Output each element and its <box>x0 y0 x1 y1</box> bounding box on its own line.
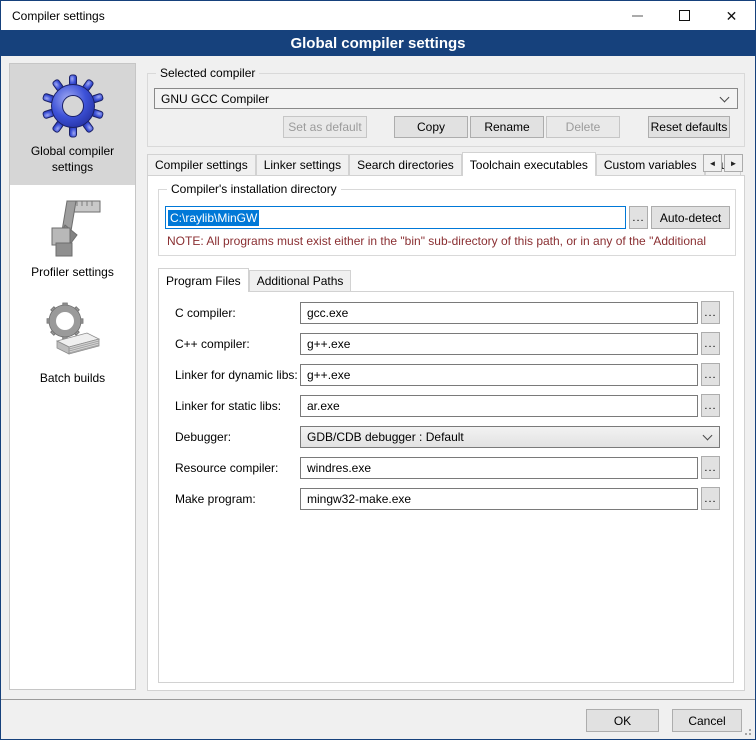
compiler-settings-dialog: Compiler settings ✕ Global compiler sett… <box>0 0 756 740</box>
field-row-c-compiler: C compiler: gcc.exe ... <box>175 301 720 324</box>
close-button[interactable]: ✕ <box>708 1 755 30</box>
resize-grip-icon[interactable] <box>742 726 751 735</box>
make-program-browse-button[interactable]: ... <box>701 487 720 510</box>
window-controls: ✕ <box>614 1 755 30</box>
tab-compiler-settings[interactable]: Compiler settings <box>147 154 256 175</box>
field-value: g++.exe <box>307 337 350 351</box>
tab-linker-settings[interactable]: Linker settings <box>256 154 349 175</box>
caliper-icon <box>41 195 105 259</box>
field-row-make-program: Make program: mingw32-make.exe ... <box>175 487 720 510</box>
group-label: Selected compiler <box>156 66 259 80</box>
resource-compiler-browse-button[interactable]: ... <box>701 456 720 479</box>
resource-compiler-input[interactable]: windres.exe <box>300 457 698 479</box>
field-value: GDB/CDB debugger : Default <box>307 430 464 444</box>
selected-compiler-group: Selected compiler GNU GCC Compiler Set a… <box>147 73 745 147</box>
tab-search-directories[interactable]: Search directories <box>349 154 462 175</box>
note-text: NOTE: All programs must exist either in … <box>167 234 728 248</box>
gear-stack-icon <box>41 301 105 365</box>
sidebar-item-profiler-settings[interactable]: Profiler settings <box>10 185 135 291</box>
c-compiler-input[interactable]: gcc.exe <box>300 302 698 324</box>
directory-browse-button[interactable]: ... <box>629 206 648 229</box>
window-title: Compiler settings <box>1 9 105 23</box>
field-row-resource-compiler: Resource compiler: windres.exe ... <box>175 456 720 479</box>
arrow-right-icon: ► <box>730 159 738 168</box>
c-compiler-browse-button[interactable]: ... <box>701 301 720 324</box>
auto-detect-button[interactable]: Auto-detect <box>651 206 730 229</box>
tab-additional-paths[interactable]: Additional Paths <box>249 270 352 291</box>
field-row-debugger: Debugger: GDB/CDB debugger : Default <box>175 425 720 448</box>
sidebar-item-batch-builds[interactable]: Batch builds <box>10 291 135 397</box>
sidebar-item-label: Global compiler settings <box>14 144 131 175</box>
field-label: Debugger: <box>175 430 300 444</box>
tab-scroll-buttons: ◄ ► <box>703 154 743 172</box>
field-label: Linker for static libs: <box>175 399 300 413</box>
cancel-button[interactable]: Cancel <box>672 709 742 732</box>
gear-blue-icon <box>41 74 105 138</box>
field-label: Linker for dynamic libs: <box>175 368 300 382</box>
reset-defaults-button[interactable]: Reset defaults <box>648 116 730 138</box>
field-label: C compiler: <box>175 306 300 320</box>
selected-text: C:\raylib\MinGW <box>168 210 259 226</box>
sidebar-item-global-compiler-settings[interactable]: Global compiler settings <box>10 64 135 185</box>
static-linker-browse-button[interactable]: ... <box>701 394 720 417</box>
field-row-cpp-compiler: C++ compiler: g++.exe ... <box>175 332 720 355</box>
program-files-panel: C compiler: gcc.exe ... C++ compiler: g+… <box>158 291 734 683</box>
tab-scroll-left-button[interactable]: ◄ <box>703 154 722 172</box>
ok-button[interactable]: OK <box>586 709 659 732</box>
field-value: g++.exe <box>307 368 350 382</box>
tab-scroll-right-button[interactable]: ► <box>724 154 743 172</box>
sidebar: Global compiler settings Profiler settin… <box>9 63 136 690</box>
chevron-down-icon <box>720 92 730 102</box>
set-as-default-button[interactable]: Set as default <box>283 116 367 138</box>
main-area: Selected compiler GNU GCC Compiler Set a… <box>147 63 745 691</box>
tab-toolchain-executables[interactable]: Toolchain executables <box>462 152 596 176</box>
sidebar-item-label: Batch builds <box>40 371 105 387</box>
toolchain-executables-panel: Compiler's installation directory C:\ray… <box>147 175 745 691</box>
field-value: ar.exe <box>307 399 340 413</box>
dialog-header: Global compiler settings <box>1 30 755 56</box>
rename-button[interactable]: Rename <box>470 116 544 138</box>
field-label: Make program: <box>175 492 300 506</box>
make-program-input[interactable]: mingw32-make.exe <box>300 488 698 510</box>
field-row-static-linker: Linker for static libs: ar.exe ... <box>175 394 720 417</box>
dynamic-linker-browse-button[interactable]: ... <box>701 363 720 386</box>
arrow-left-icon: ◄ <box>709 159 717 168</box>
program-tabstrip: Program Files Additional Paths <box>158 267 744 291</box>
debugger-select[interactable]: GDB/CDB debugger : Default <box>300 426 720 448</box>
maximize-icon <box>679 10 690 21</box>
static-linker-input[interactable]: ar.exe <box>300 395 698 417</box>
field-value: gcc.exe <box>307 306 348 320</box>
compiler-actions: Set as default Copy Rename Delete Reset … <box>154 116 730 138</box>
field-label: Resource compiler: <box>175 461 300 475</box>
minimize-icon <box>632 15 643 17</box>
cpp-compiler-input[interactable]: g++.exe <box>300 333 698 355</box>
copy-button[interactable]: Copy <box>394 116 468 138</box>
chevron-down-icon <box>703 430 713 440</box>
dynamic-linker-input[interactable]: g++.exe <box>300 364 698 386</box>
settings-tabstrip: Compiler settings Linker settings Search… <box>147 151 745 175</box>
field-value: windres.exe <box>307 461 371 475</box>
footer-divider <box>1 699 755 700</box>
field-value: mingw32-make.exe <box>307 492 411 506</box>
maximize-button[interactable] <box>661 1 708 30</box>
directory-row: C:\raylib\MinGW ... Auto-detect <box>165 206 730 229</box>
compiler-select[interactable]: GNU GCC Compiler <box>154 88 738 109</box>
titlebar: Compiler settings ✕ <box>1 1 755 30</box>
page-title: Global compiler settings <box>290 35 465 52</box>
installation-directory-input[interactable]: C:\raylib\MinGW <box>165 206 626 229</box>
field-label: C++ compiler: <box>175 337 300 351</box>
close-icon: ✕ <box>726 9 738 23</box>
field-row-dynamic-linker: Linker for dynamic libs: g++.exe ... <box>175 363 720 386</box>
group-label: Compiler's installation directory <box>167 182 341 196</box>
cpp-compiler-browse-button[interactable]: ... <box>701 332 720 355</box>
minimize-button[interactable] <box>614 1 661 30</box>
tab-custom-variables[interactable]: Custom variables <box>596 154 705 175</box>
tab-program-files[interactable]: Program Files <box>158 268 249 292</box>
delete-button[interactable]: Delete <box>546 116 620 138</box>
sidebar-item-label: Profiler settings <box>31 265 114 281</box>
compiler-select-value: GNU GCC Compiler <box>161 92 269 106</box>
installation-directory-group: Compiler's installation directory C:\ray… <box>158 189 736 256</box>
